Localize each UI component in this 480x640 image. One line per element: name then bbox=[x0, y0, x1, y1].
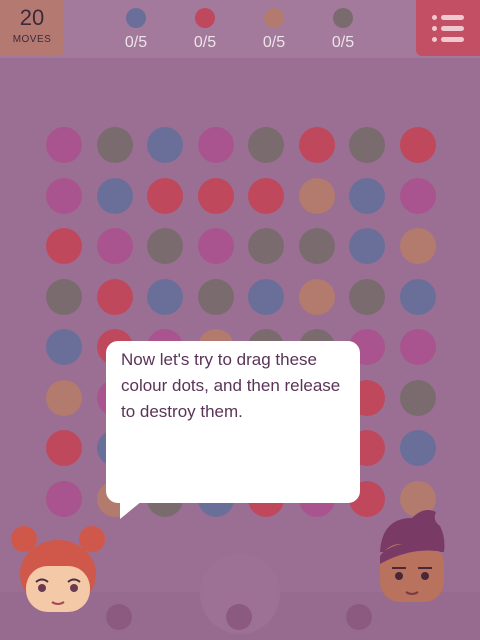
dot-magenta[interactable] bbox=[46, 177, 82, 214]
dot-red[interactable] bbox=[96, 278, 133, 315]
dot-gray[interactable] bbox=[248, 228, 284, 264]
dot-red[interactable] bbox=[197, 177, 234, 214]
dot-blue[interactable] bbox=[147, 127, 183, 163]
goal-gray: 0/5 bbox=[321, 8, 365, 52]
bottom-dot-left bbox=[106, 604, 132, 630]
dot-orange[interactable] bbox=[46, 379, 82, 416]
dot-orange[interactable] bbox=[399, 228, 436, 264]
dot-blue[interactable] bbox=[96, 177, 133, 214]
dot-blue[interactable] bbox=[399, 430, 436, 466]
dot-red[interactable] bbox=[147, 177, 183, 214]
dot-magenta[interactable] bbox=[96, 228, 133, 264]
girl-character-icon bbox=[11, 526, 105, 612]
dot-gray[interactable] bbox=[96, 127, 133, 163]
dot-blue[interactable] bbox=[248, 278, 284, 315]
goal-dot-icon bbox=[333, 8, 353, 28]
goal-blue: 0/5 bbox=[114, 8, 158, 52]
tutorial-speech-bubble: Now let's try to drag these colour dots,… bbox=[106, 341, 360, 519]
top-bar: 20 MOVES 0/5 0/5 0/5 0/5 bbox=[0, 0, 480, 58]
dot-magenta[interactable] bbox=[399, 329, 436, 365]
dot-magenta[interactable] bbox=[399, 177, 436, 214]
menu-button[interactable] bbox=[416, 0, 480, 56]
bottom-dot-right bbox=[346, 604, 372, 630]
dot-blue[interactable] bbox=[399, 278, 436, 315]
dot-orange[interactable] bbox=[298, 278, 335, 315]
goal-progress: 0/5 bbox=[124, 34, 148, 51]
dot-magenta[interactable] bbox=[197, 228, 234, 264]
dot-blue[interactable] bbox=[349, 228, 385, 264]
dot-gray[interactable] bbox=[298, 228, 335, 264]
dot-blue[interactable] bbox=[147, 278, 183, 315]
speech-bubble-tail bbox=[120, 501, 142, 519]
moves-count: 20 bbox=[19, 5, 45, 30]
dot-gray[interactable] bbox=[349, 278, 385, 315]
dot-red[interactable] bbox=[248, 177, 284, 214]
goal-dot-icon bbox=[264, 8, 284, 28]
moves-label: MOVES bbox=[12, 34, 52, 45]
goal-progress: 0/5 bbox=[331, 34, 355, 51]
dot-magenta[interactable] bbox=[46, 127, 82, 163]
moves-counter: 20 MOVES bbox=[0, 0, 64, 56]
dot-magenta[interactable] bbox=[197, 127, 234, 163]
dot-gray[interactable] bbox=[197, 278, 234, 315]
dot-red[interactable] bbox=[399, 127, 436, 163]
goal-dot-icon bbox=[195, 8, 215, 28]
dot-red[interactable] bbox=[298, 127, 335, 163]
goal-progress: 0/5 bbox=[262, 34, 286, 51]
dot-gray[interactable] bbox=[349, 127, 385, 163]
goal-dot-icon bbox=[126, 8, 146, 28]
dot-red[interactable] bbox=[46, 430, 82, 466]
bottom-dot-center bbox=[226, 604, 252, 630]
goal-progress: 0/5 bbox=[193, 34, 217, 51]
boy-character-icon bbox=[380, 510, 445, 602]
dot-gray[interactable] bbox=[399, 379, 436, 416]
dot-gray[interactable] bbox=[147, 228, 183, 264]
goal-orange: 0/5 bbox=[252, 8, 296, 52]
dot-red[interactable] bbox=[46, 228, 82, 264]
tutorial-message: Now let's try to drag these colour dots,… bbox=[121, 350, 341, 421]
dot-gray[interactable] bbox=[248, 127, 284, 163]
goal-red: 0/5 bbox=[183, 8, 227, 52]
dot-gray[interactable] bbox=[46, 278, 82, 315]
dot-orange[interactable] bbox=[298, 177, 335, 214]
dot-magenta[interactable] bbox=[46, 480, 82, 517]
dot-blue[interactable] bbox=[349, 177, 385, 214]
dot-blue[interactable] bbox=[46, 329, 82, 365]
